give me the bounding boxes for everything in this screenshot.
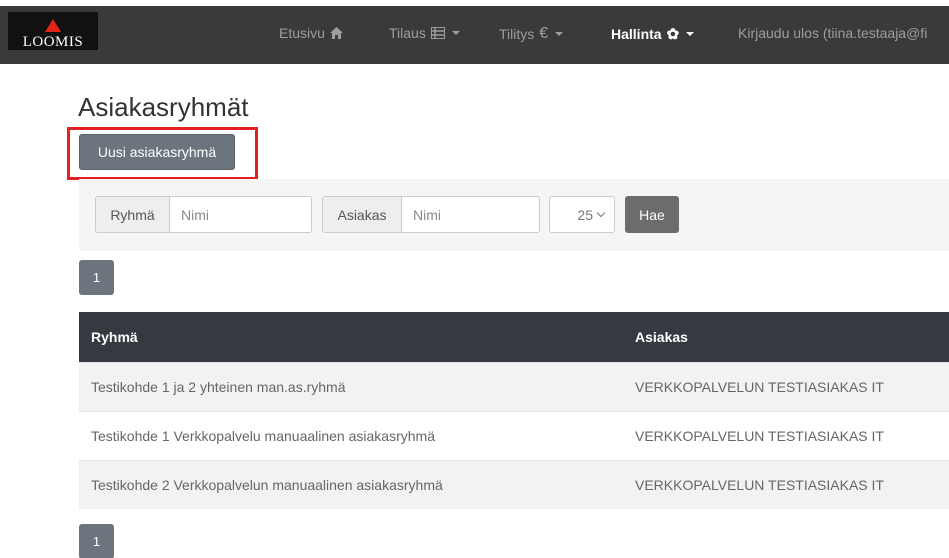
table-row[interactable]: Testikohde 2 Verkkopalvelun manuaalinen … (79, 460, 949, 509)
loomis-logo[interactable]: LOOMIS (8, 12, 98, 50)
logo-text: LOOMIS (22, 34, 84, 50)
column-header-group[interactable]: Ryhmä (91, 312, 138, 362)
cell-customer: VERKKOPALVELUN TESTIASIAKAS IT (635, 477, 884, 493)
highlight-box (67, 127, 258, 180)
group-filter: Ryhmä (95, 196, 312, 233)
nav-item-hallinta[interactable]: Hallinta ✿ (611, 25, 695, 43)
nav-item-etusivu[interactable]: Etusivu (279, 25, 343, 41)
euro-icon: € (539, 25, 549, 42)
table-row[interactable]: Testikohde 1 Verkkopalvelu manuaalinen a… (79, 411, 949, 460)
customer-filter-label: Asiakas (323, 197, 402, 232)
nav-item-tilitys[interactable]: Tilitys € (499, 25, 564, 43)
nav-item-label: Etusivu (279, 25, 325, 41)
search-button[interactable]: Hae (625, 196, 679, 233)
page-title: Asiakasryhmät (78, 92, 249, 122)
column-header-customer[interactable]: Asiakas (635, 312, 688, 362)
page-size-select[interactable]: 25 (549, 196, 615, 233)
chevron-down-icon (596, 208, 606, 217)
cell-group: Testikohde 2 Verkkopalvelun manuaalinen … (91, 477, 443, 493)
chevron-down-icon (686, 32, 695, 36)
nav-item-logout[interactable]: Kirjaudu ulos (tiina.testaaja@fi (738, 25, 927, 41)
pagination-page-button[interactable]: 1 (79, 524, 114, 558)
nav-item-label: Tilaus (389, 25, 426, 41)
group-name-input[interactable] (170, 197, 311, 232)
page-size-value: 25 (577, 206, 593, 223)
chevron-down-icon (555, 32, 564, 36)
nav-item-label: Hallinta (611, 26, 662, 42)
cell-group: Testikohde 1 Verkkopalvelu manuaalinen a… (91, 428, 435, 444)
gear-icon: ✿ (666, 26, 680, 43)
home-icon (329, 27, 343, 39)
group-filter-label: Ryhmä (96, 197, 170, 232)
table-header: Ryhmä Asiakas (79, 312, 949, 362)
list-icon (430, 27, 445, 39)
logo-triangle-icon (45, 19, 61, 32)
cell-customer: VERKKOPALVELUN TESTIASIAKAS IT (635, 379, 884, 395)
pagination-page-button[interactable]: 1 (79, 260, 114, 295)
nav-item-tilaus[interactable]: Tilaus (389, 25, 460, 41)
cell-customer: VERKKOPALVELUN TESTIASIAKAS IT (635, 428, 884, 444)
table-row[interactable]: Testikohde 1 ja 2 yhteinen man.as.ryhmä … (79, 362, 949, 411)
nav-item-label: Kirjaudu ulos (tiina.testaaja@fi (738, 25, 928, 41)
customer-filter: Asiakas (322, 196, 540, 233)
top-navbar: LOOMIS Etusivu Tilaus Tilitys € Hallinta… (0, 6, 949, 64)
nav-item-label: Tilitys (499, 26, 535, 42)
cell-group: Testikohde 1 ja 2 yhteinen man.as.ryhmä (91, 379, 346, 395)
customer-groups-table: Ryhmä Asiakas Testikohde 1 ja 2 yhteinen… (79, 312, 949, 509)
customer-name-input[interactable] (402, 197, 539, 232)
chevron-down-icon (451, 31, 460, 35)
